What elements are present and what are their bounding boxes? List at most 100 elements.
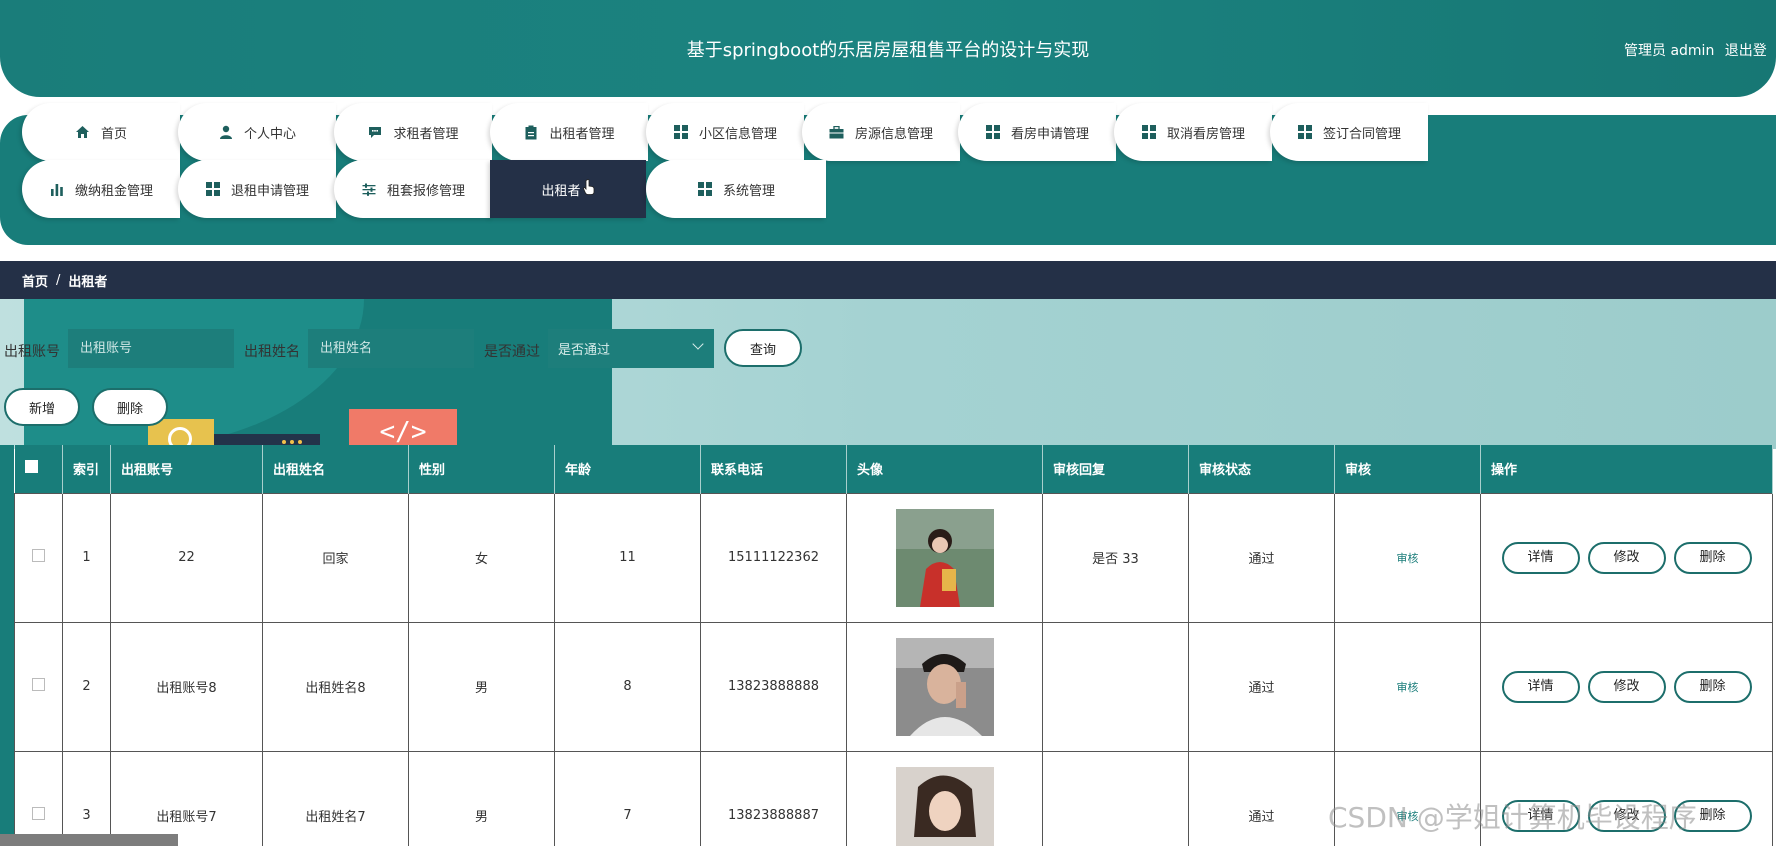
nav-item-repair[interactable]: 租套报修管理: [334, 160, 492, 218]
name-label: 出租姓名: [244, 344, 300, 360]
nav-item-viewing-request[interactable]: 看房申请管理: [958, 103, 1116, 161]
name-input[interactable]: [308, 329, 474, 368]
cell-audit: 审核: [1334, 621, 1481, 752]
nav-item-landlord-active[interactable]: 出租者: [490, 160, 646, 218]
grid-icon: [697, 181, 713, 197]
breadcrumb-current: 出租者: [68, 274, 108, 290]
nav-label: 首页: [100, 126, 127, 142]
illustration-code-card: </>: [349, 409, 457, 449]
cell-age: 11: [554, 492, 701, 623]
breadcrumb-home[interactable]: 首页: [22, 271, 48, 290]
edit-button[interactable]: 修改: [1587, 670, 1666, 703]
grid-icon: [1141, 124, 1157, 140]
column-header: 审核: [1334, 445, 1481, 493]
data-table-wrapper: 索引 出租账号 出租姓名 性别 年龄 联系电话 头像 审核回复 审核状态 审核 …: [0, 445, 1776, 846]
cell-avatar: [846, 750, 1043, 846]
nav-item-home[interactable]: 首页: [22, 103, 180, 161]
select-all-cell: [14, 445, 63, 493]
pass-label: 是否通过: [484, 344, 540, 360]
row-delete-button[interactable]: 删除: [1673, 541, 1752, 574]
app-title: 基于springboot的乐居房屋租售平台的设计与实现: [686, 40, 1090, 61]
nav-label: 退租申请管理: [230, 183, 309, 199]
cell-status: 通过: [1188, 750, 1335, 846]
table-row: 1 22 回家 女 11 15111122362 是否 33 通过 审核 详情 …: [14, 492, 1773, 623]
nav-item-rent-payment[interactable]: 缴纳租金管理: [22, 160, 180, 218]
illustration-dots: [282, 440, 302, 444]
nav-label: 取消看房管理: [1166, 126, 1245, 142]
row-checkbox[interactable]: [32, 807, 45, 820]
user-label: 管理员 admin: [1624, 43, 1715, 59]
nav-label: 租套报修管理: [386, 183, 465, 199]
add-button[interactable]: 新增: [4, 388, 80, 426]
cell-reply: 是否 33: [1042, 492, 1189, 623]
cell-operations: 详情 修改 删除: [1480, 621, 1773, 752]
column-header: 联系电话: [700, 445, 847, 493]
nav-item-lease-termination[interactable]: 退租申请管理: [178, 160, 336, 218]
nav-item-landlord[interactable]: 出租者管理: [490, 103, 648, 161]
cell-index: 2: [62, 621, 111, 752]
detail-button[interactable]: 详情: [1501, 670, 1580, 703]
hand-cursor-icon: [582, 179, 595, 199]
column-header: 出租账号: [110, 445, 263, 493]
user-icon: [218, 124, 234, 140]
column-header: 索引: [62, 445, 111, 493]
row-checkbox[interactable]: [32, 549, 45, 562]
nav-item-contract[interactable]: 签订合同管理: [1270, 103, 1428, 161]
nav-label: 出租者管理: [549, 126, 615, 142]
cell-name: 出租姓名8: [262, 621, 409, 752]
column-header: 年龄: [554, 445, 701, 493]
clipboard-icon: [523, 124, 539, 140]
edit-button[interactable]: 修改: [1587, 541, 1666, 574]
column-header: 头像: [846, 445, 1043, 493]
cell-index: 1: [62, 492, 111, 623]
cell-status: 通过: [1188, 621, 1335, 752]
nav-item-community[interactable]: 小区信息管理: [646, 103, 804, 161]
row-checkbox[interactable]: [32, 678, 45, 691]
nav-item-listing[interactable]: 房源信息管理: [802, 103, 960, 161]
select-all-checkbox[interactable]: [24, 460, 38, 474]
nav-label: 个人中心: [243, 126, 296, 142]
nav-label: 求租者管理: [393, 126, 459, 142]
audit-link[interactable]: 审核: [1397, 552, 1419, 565]
cell-avatar: [846, 492, 1043, 623]
pass-select-value: 是否通过: [558, 343, 611, 358]
audit-link[interactable]: 审核: [1397, 681, 1419, 694]
nav-label: 小区信息管理: [698, 126, 777, 142]
horizontal-scrollbar[interactable]: [0, 834, 178, 846]
column-header: 性别: [408, 445, 555, 493]
cell-age: 7: [554, 750, 701, 846]
nav-item-cancel-viewing[interactable]: 取消看房管理: [1114, 103, 1272, 161]
detail-button[interactable]: 详情: [1501, 541, 1580, 574]
cell-operations: 详情 修改 删除: [1480, 492, 1773, 623]
cell-avatar: [846, 621, 1043, 752]
grid-icon: [1297, 124, 1313, 140]
cell-account: 22: [110, 492, 263, 623]
grid-icon: [205, 181, 221, 197]
grid-icon: [673, 124, 689, 140]
query-button[interactable]: 查询: [724, 329, 802, 367]
cell-phone: 13823888887: [700, 750, 847, 846]
nav-label: 看房申请管理: [1010, 126, 1089, 142]
cell-account: 出租账号8: [110, 621, 263, 752]
cell-account: 出租账号7: [110, 750, 263, 846]
nav-item-personal-center[interactable]: 个人中心: [178, 103, 336, 161]
cell-reply: [1042, 621, 1189, 752]
avatar-image: [895, 637, 994, 736]
cell-gender: 男: [408, 750, 555, 846]
watermark: CSDN @学姐计算机毕设程序: [1328, 801, 1697, 834]
table-header-row: 索引 出租账号 出租姓名 性别 年龄 联系电话 头像 审核回复 审核状态 审核 …: [14, 445, 1773, 493]
header-bar: 基于springboot的乐居房屋租售平台的设计与实现 管理员 admin 退出…: [0, 0, 1776, 97]
cell-gender: 女: [408, 492, 555, 623]
account-input[interactable]: [68, 329, 234, 368]
nav-item-tenant-seeker[interactable]: 求租者管理: [334, 103, 492, 161]
row-delete-button[interactable]: 删除: [1673, 670, 1752, 703]
account-label: 出租账号: [4, 344, 60, 360]
delete-button[interactable]: 删除: [92, 388, 168, 426]
avatar-image: [895, 508, 994, 607]
nav-item-system[interactable]: 系统管理: [646, 160, 826, 218]
nav-label: 签订合同管理: [1322, 126, 1401, 142]
column-header: 出租姓名: [262, 445, 409, 493]
row-select-cell: [14, 492, 63, 623]
pass-select[interactable]: 是否通过: [548, 329, 714, 368]
logout-link[interactable]: 退出登: [1725, 43, 1767, 59]
